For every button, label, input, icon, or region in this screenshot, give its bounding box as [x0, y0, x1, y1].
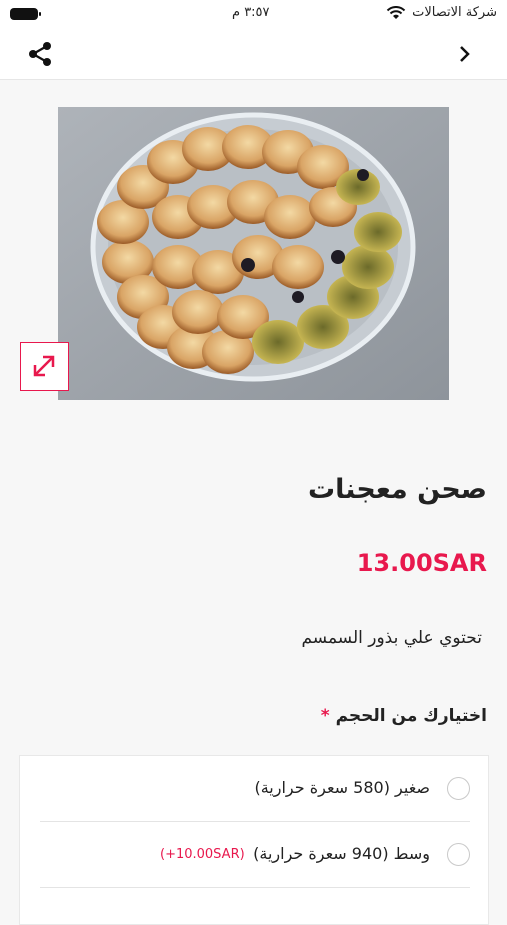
radio-button[interactable]: [447, 843, 470, 866]
battery-icon: [10, 8, 41, 20]
product-price: 13.00SAR: [356, 549, 487, 577]
nav-bar: [0, 30, 507, 80]
expand-image-button[interactable]: [20, 342, 69, 391]
share-icon[interactable]: [26, 40, 54, 68]
size-section-label: اختيارك من الحجم: [335, 706, 487, 726]
product-description: تحتوي علي بذور السمسم: [301, 628, 482, 648]
expand-icon: [33, 355, 55, 377]
required-mark: *: [320, 706, 330, 726]
size-option-extra-price: (+10.00SAR): [160, 847, 245, 862]
wifi-icon: [386, 5, 406, 19]
radio-button[interactable]: [447, 777, 470, 800]
status-carrier: شركة الاتصالات: [386, 5, 497, 20]
chevron-right-icon[interactable]: [455, 42, 475, 66]
size-section-title: اختيارك من الحجم *: [317, 706, 487, 726]
status-time: ٣:٥٧ م: [232, 5, 270, 20]
product-title: صحن معجنات: [308, 474, 487, 505]
carrier-label: شركة الاتصالات: [412, 5, 497, 20]
size-option-small[interactable]: صغير (580 سعرة حرارية): [40, 756, 470, 822]
status-bar: ٣:٥٧ م شركة الاتصالات: [0, 0, 507, 30]
size-option-medium[interactable]: وسط (940 سعرة حرارية) (+10.00SAR): [40, 822, 470, 888]
size-option-label: وسط (940 سعرة حرارية): [253, 844, 430, 863]
product-image: [58, 107, 449, 400]
size-option-label: صغير (580 سعرة حرارية): [254, 778, 430, 797]
